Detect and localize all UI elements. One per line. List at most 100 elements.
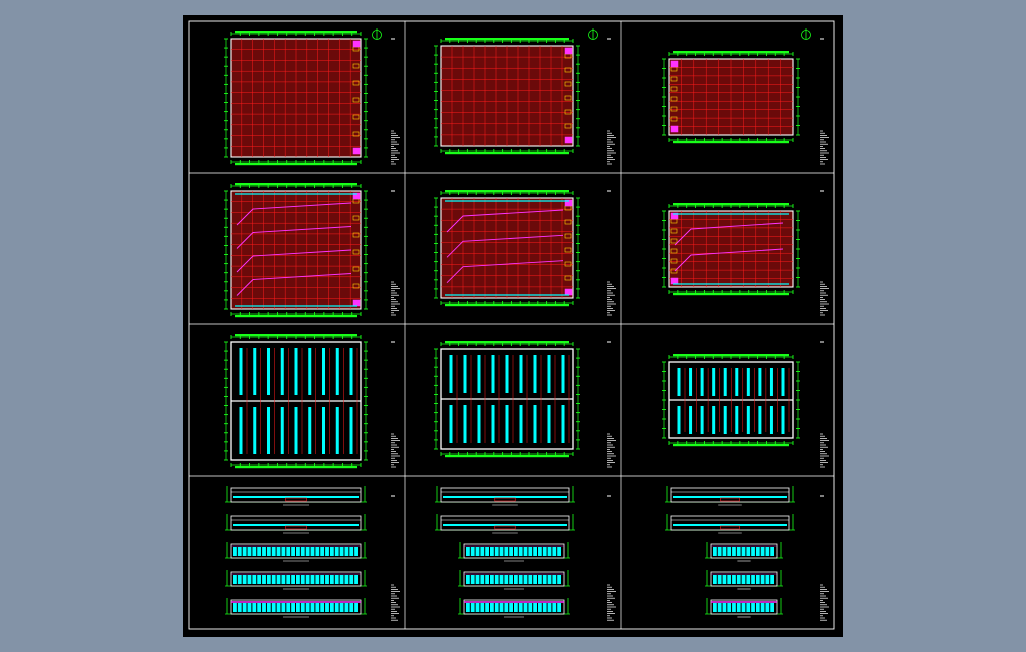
window-panel xyxy=(727,603,732,612)
window-panel xyxy=(354,547,358,556)
skylight-strip xyxy=(547,355,551,393)
window-panel xyxy=(300,603,305,612)
window-panel xyxy=(320,575,325,584)
window-panel xyxy=(770,603,774,612)
window-panel xyxy=(751,547,755,556)
window-panel xyxy=(305,603,310,612)
skylight-strip xyxy=(700,368,704,396)
window-panel xyxy=(242,547,247,556)
window-panel xyxy=(325,547,329,556)
window-panel xyxy=(344,575,349,584)
window-panel xyxy=(557,547,561,556)
window-panel xyxy=(533,547,537,556)
window-panel xyxy=(237,575,242,584)
window-panel xyxy=(271,575,276,584)
window-panel xyxy=(466,547,470,556)
cad-viewport[interactable] xyxy=(0,0,1026,652)
window-panel xyxy=(765,603,770,612)
window-panel xyxy=(552,603,557,612)
skylight-strip xyxy=(449,405,453,443)
window-panel xyxy=(552,575,557,584)
window-panel xyxy=(349,575,354,584)
window-panel xyxy=(329,575,334,584)
window-panel xyxy=(247,603,252,612)
panel-roof-large xyxy=(224,334,400,469)
skylight-strip xyxy=(689,406,693,434)
skylight-strip xyxy=(781,406,785,434)
skylight-strip xyxy=(349,348,353,395)
window-panel xyxy=(741,603,746,612)
equipment-block xyxy=(352,40,361,48)
window-panel xyxy=(523,547,528,556)
drawing-canvas[interactable] xyxy=(183,15,843,637)
window-panel xyxy=(466,575,470,584)
window-panel xyxy=(266,547,271,556)
window-panel xyxy=(755,603,760,612)
window-panel xyxy=(770,547,774,556)
window-panel xyxy=(300,575,305,584)
window-panel xyxy=(760,603,765,612)
dimension-bar-top xyxy=(673,51,789,54)
dimension-bar-bottom xyxy=(235,163,357,166)
elevation-outline xyxy=(440,487,570,503)
window-panel xyxy=(736,603,741,612)
window-panel xyxy=(305,547,310,556)
window-panel xyxy=(252,603,257,612)
skylight-strip xyxy=(463,405,467,443)
window-panel xyxy=(542,575,547,584)
window-panel xyxy=(475,603,480,612)
window-panel xyxy=(233,547,237,556)
skylight-strip xyxy=(335,407,339,454)
window-panel xyxy=(466,603,470,612)
window-panel xyxy=(296,603,300,612)
skylight-strip xyxy=(505,405,509,443)
window-panel xyxy=(325,603,329,612)
window-panel xyxy=(509,603,513,612)
skylight-strip xyxy=(735,406,739,434)
window-panel xyxy=(722,603,727,612)
window-panel xyxy=(242,603,247,612)
window-panel xyxy=(315,575,320,584)
window-panel xyxy=(533,603,537,612)
window-panel xyxy=(713,575,717,584)
window-panel xyxy=(286,547,291,556)
skylight-strip xyxy=(449,355,453,393)
window-panel xyxy=(475,575,480,584)
window-panel xyxy=(291,547,295,556)
skylight-strip xyxy=(253,407,257,454)
skylight-strip xyxy=(294,348,298,395)
skylight-strip xyxy=(349,407,353,454)
window-panel xyxy=(291,575,295,584)
equipment-block xyxy=(352,147,361,155)
window-panel xyxy=(557,575,561,584)
skylight-strip xyxy=(267,348,270,395)
window-panel xyxy=(339,603,344,612)
equipment-block xyxy=(564,47,573,55)
panel-route-small xyxy=(662,190,829,316)
window-panel xyxy=(504,603,509,612)
window-panel xyxy=(770,575,774,584)
window-panel xyxy=(310,603,315,612)
elevation-outline xyxy=(230,515,362,531)
window-panel xyxy=(490,575,494,584)
skylight-strip xyxy=(491,355,495,393)
window-panel xyxy=(354,575,358,584)
window-panel xyxy=(242,575,247,584)
window-panel xyxy=(237,547,242,556)
equipment-block xyxy=(564,136,573,144)
window-panel xyxy=(504,575,509,584)
window-panel xyxy=(499,603,504,612)
skylight-strip xyxy=(769,368,773,396)
skylight-strip xyxy=(239,407,243,454)
window-panel xyxy=(552,547,557,556)
window-panel xyxy=(320,547,325,556)
window-panel xyxy=(494,575,499,584)
window-panel xyxy=(746,603,751,612)
window-panel xyxy=(262,547,266,556)
window-panel xyxy=(509,575,513,584)
window-panel xyxy=(257,575,262,584)
dimension-bar-bottom xyxy=(445,304,569,307)
window-panel xyxy=(247,547,252,556)
window-panel xyxy=(765,547,770,556)
window-panel xyxy=(523,575,528,584)
